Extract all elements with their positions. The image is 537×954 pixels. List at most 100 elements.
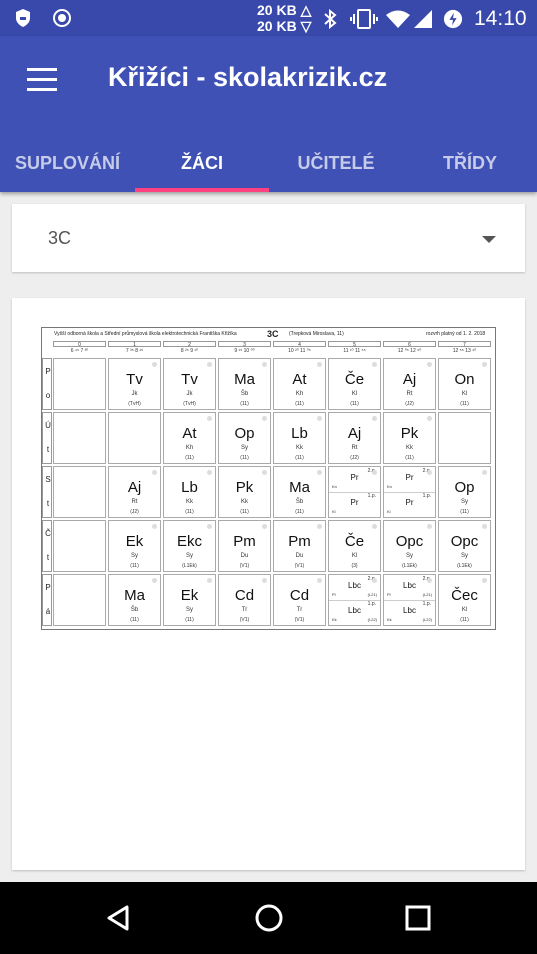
lesson-teacher: Rt (351, 445, 358, 451)
lesson-cell[interactable]: Ma Šb (11) (108, 574, 161, 626)
signal-icon (414, 10, 432, 28)
lesson-teacher: Sy (460, 499, 468, 505)
lesson-cell[interactable]: Če Kl (11) (328, 358, 381, 410)
period-time: 12 ⁰⁵ 12 ⁵⁰ (397, 348, 422, 354)
lesson-cell[interactable]: At Kh (11) (163, 412, 216, 464)
lesson-room: (11) (295, 401, 304, 407)
lesson-cell[interactable]: Aj Rt (J2) (383, 358, 436, 410)
lesson-room: (11) (240, 455, 249, 461)
group-lesson[interactable]: 1.p. Lbc Kk (L22) (384, 600, 435, 625)
lesson-cell[interactable]: Opc Sy (L1Ek) (383, 520, 436, 572)
lesson-cell[interactable]: Pk Kk (11) (218, 466, 271, 518)
lesson-room: (J2) (405, 401, 414, 407)
change-dot-icon (427, 470, 432, 475)
lesson-cell[interactable]: Tv Jk (TvH) (163, 358, 216, 410)
change-dot-icon (372, 524, 377, 529)
timetable[interactable]: Vyšší odborná škola a Střední průmyslová… (41, 327, 496, 630)
lesson-cell[interactable]: Aj Rt (J2) (328, 412, 381, 464)
lesson-teacher: Kk (295, 445, 303, 451)
tab-suplovani[interactable]: SUPLOVÁNÍ (0, 134, 135, 192)
lesson-room: (L1Ek) (182, 563, 197, 569)
lesson-subject: Ekc (176, 533, 202, 550)
lesson-cell[interactable]: Lb Kk (11) (273, 412, 326, 464)
lesson-teacher: Šb (130, 607, 139, 613)
lesson-teacher: Šb (240, 391, 249, 397)
wifi-icon (386, 10, 410, 28)
lesson-cell[interactable]: Pk Kk (11) (383, 412, 436, 464)
lesson-cell[interactable]: Lb Kk (11) (163, 466, 216, 518)
tab-zaci[interactable]: ŽÁCI (135, 134, 269, 192)
lesson-cell[interactable]: Ek Sy (11) (163, 574, 216, 626)
lesson-subject: Tv (126, 371, 143, 388)
lesson-cell[interactable]: Ek Sy (11) (108, 520, 161, 572)
lesson-subject: At (182, 425, 197, 442)
lesson-cell[interactable]: Ma Šb (11) (218, 358, 271, 410)
lesson-subject: Pm (233, 533, 256, 550)
lesson-cell[interactable]: Cd Tr (V1) (218, 574, 271, 626)
change-dot-icon (207, 470, 212, 475)
status-bar: 20 KB △ 20 KB ▽ 14:10 (0, 0, 537, 36)
change-dot-icon (262, 578, 267, 583)
day-letter: Č (45, 529, 51, 538)
timetable-card: Vyšší odborná škola a Střední průmyslová… (12, 298, 525, 870)
period-time: 7 ³⁵ 8 ¹⁵ (125, 348, 144, 354)
lesson-cell[interactable]: Cd Tr (V1) (273, 574, 326, 626)
period-header: 17 ³⁵ 8 ¹⁵ (108, 341, 161, 356)
lesson-cell[interactable]: Pm Du (V1) (273, 520, 326, 572)
lesson-room: (L22) (367, 617, 377, 622)
period-header: 06 ⁴⁵ 7 ³⁰ (53, 341, 106, 356)
lesson-subject: Ek (180, 587, 199, 604)
home-icon[interactable] (253, 902, 285, 934)
day-letter: t (46, 553, 50, 562)
lesson-cell[interactable]: Aj Rt (J2) (108, 466, 161, 518)
lesson-teacher: Tr (241, 607, 248, 613)
lesson-subject: Ma (124, 587, 145, 604)
lesson-room: (L21) (367, 592, 377, 597)
dropdown-arrow-icon[interactable] (482, 236, 496, 243)
lesson-cell[interactable]: Če Kl (3) (328, 520, 381, 572)
lesson-cell[interactable]: Op Sy (11) (438, 466, 491, 518)
period-time: 10 ²⁰ 11 ⁰⁵ (288, 348, 311, 354)
lesson-teacher: Pl (332, 592, 336, 597)
menu-icon[interactable] (27, 68, 57, 92)
class-select[interactable]: 3C (12, 204, 525, 272)
recents-icon[interactable] (402, 902, 434, 934)
lesson-teacher: Kk (405, 445, 413, 451)
group-lesson[interactable]: 1.p. Lbc Kk (L22) (329, 600, 380, 625)
empty-lesson-cell (53, 358, 106, 410)
lesson-cell[interactable]: Op Sy (11) (218, 412, 271, 464)
period-number: 5 (328, 341, 381, 348)
lesson-teacher: Sy (130, 553, 138, 559)
back-icon[interactable] (103, 902, 135, 934)
lesson-teacher: Kk (387, 617, 392, 622)
lesson-cell[interactable]: At Kh (11) (273, 358, 326, 410)
tab-tridy[interactable]: TŘÍDY (403, 134, 537, 192)
lesson-room: (11) (460, 401, 469, 407)
lesson-room: (V1) (294, 617, 305, 623)
empty-lesson-cell (53, 574, 106, 626)
tab-ucitele[interactable]: UČITELÉ (269, 134, 403, 192)
empty-lesson-cell (53, 466, 106, 518)
lesson-cell[interactable]: Ekc Sy (L1Ek) (163, 520, 216, 572)
lesson-teacher: Kl (351, 391, 358, 397)
lesson-cell[interactable]: 2.p.PrKn1.p.PrKl (328, 466, 381, 518)
lesson-cell[interactable]: On Kl (11) (438, 358, 491, 410)
lesson-subject: Op (454, 479, 475, 496)
lesson-teacher: Kk (185, 499, 193, 505)
lesson-subject: Pr (405, 498, 414, 507)
period-number: 6 (383, 341, 436, 348)
app-bar: Křižíci - skolakrizik.cz SUPLOVÁNÍ ŽÁCI … (0, 36, 537, 192)
lesson-cell[interactable]: Opc Sy (L1Ek) (438, 520, 491, 572)
change-dot-icon (152, 470, 157, 475)
group-lesson[interactable]: 1.p. Pr Kl (329, 492, 380, 517)
lesson-cell[interactable]: 2.p.LbcPl(L21)1.p.LbcKk(L22) (383, 574, 436, 626)
lesson-teacher: Kl (461, 607, 468, 613)
day-letter: Ú (45, 421, 51, 430)
lesson-cell[interactable]: Čec Kl (11) (438, 574, 491, 626)
lesson-cell[interactable]: Tv Jk (TvH) (108, 358, 161, 410)
group-lesson[interactable]: 1.p. Pr Kl (384, 492, 435, 517)
lesson-cell[interactable]: 2.p.PrKn1.p.PrKl (383, 466, 436, 518)
lesson-cell[interactable]: 2.p.LbcPl(L21)1.p.LbcKk(L22) (328, 574, 381, 626)
lesson-cell[interactable]: Ma Šb (11) (273, 466, 326, 518)
lesson-cell[interactable]: Pm Du (V1) (218, 520, 271, 572)
